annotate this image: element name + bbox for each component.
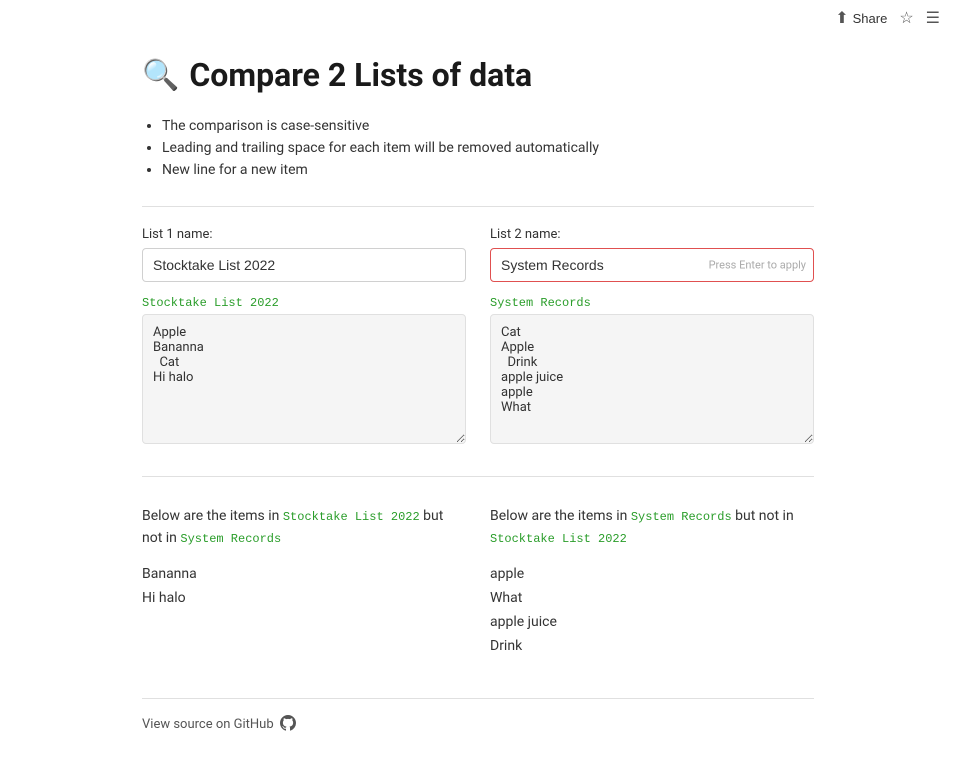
page-title: 🔍 Compare 2 Lists of data [142,56,814,94]
instructions-list: The comparison is case-sensitive Leading… [142,118,814,178]
result-item: Hi halo [142,586,466,610]
results-col1-prefix: Below are the items in [142,508,283,524]
results-col2-prefix: Below are the items in [490,508,631,524]
result-item: apple [490,562,814,586]
list1-tag: Stocktake List 2022 [142,296,279,310]
list1-name-input[interactable] [142,248,466,282]
page-container: 🔍 Compare 2 Lists of data The comparison… [118,36,838,775]
list2-col: List 2 name: Press Enter to apply [490,227,814,282]
divider-top [142,206,814,207]
footer: View source on GitHub [142,698,814,735]
result-item: apple juice [490,610,814,634]
results-col2-but-not-in: but not in [735,508,794,524]
results-col1-not-in: not in [142,530,180,546]
list-textareas-row: Stocktake List 2022 Apple Bananna Cat Hi… [142,290,814,448]
page-title-text: Compare 2 Lists of data [189,56,532,94]
instruction-item: Leading and trailing space for each item… [162,140,814,156]
menu-button[interactable]: ☰ [926,8,940,28]
list2-textarea-col: System Records Cat Apple Drink apple jui… [490,290,814,448]
share-icon: ⬆ [835,8,848,28]
menu-icon: ☰ [926,8,940,28]
results-col1-tag2: System Records [180,532,281,546]
list1-textarea[interactable]: Apple Bananna Cat Hi halo [142,314,466,444]
list2-label: List 2 name: [490,227,814,242]
list2-textarea[interactable]: Cat Apple Drink apple juice apple What [490,314,814,444]
instruction-item: The comparison is case-sensitive [162,118,814,134]
instruction-item: New line for a new item [162,162,814,178]
top-bar: ⬆ Share ☆ ☰ [0,0,956,36]
list2-input-wrapper: Press Enter to apply [490,248,814,282]
results-col1-heading: Below are the items in Stocktake List 20… [142,505,466,550]
results-col2: Below are the items in System Records bu… [490,505,814,658]
results-col2-tag2: Stocktake List 2022 [490,532,627,546]
results-row: Below are the items in Stocktake List 20… [142,505,814,658]
results-col2-tag1: System Records [631,510,732,524]
star-button[interactable]: ☆ [899,8,913,28]
list1-textarea-col: Stocktake List 2022 Apple Bananna Cat Hi… [142,290,466,448]
result-item: Bananna [142,562,466,586]
share-label: Share [853,11,888,26]
search-icon: 🔍 [142,58,179,93]
list1-col: List 1 name: [142,227,466,282]
footer-link-text: View source on GitHub [142,717,274,732]
result-item: What [490,586,814,610]
result-item: Drink [490,634,814,658]
github-link[interactable]: View source on GitHub [142,715,814,735]
results-col1-tag1: Stocktake List 2022 [283,510,420,524]
results-col1-but: but [423,508,443,524]
star-icon: ☆ [899,8,913,28]
divider-middle [142,476,814,477]
list1-label: List 1 name: [142,227,466,242]
list-names-row: List 1 name: List 2 name: Press Enter to… [142,227,814,282]
results-col1: Below are the items in Stocktake List 20… [142,505,466,658]
results-section: Below are the items in Stocktake List 20… [142,505,814,658]
github-icon [280,715,296,735]
list2-tag: System Records [490,296,591,310]
share-button[interactable]: ⬆ Share [835,8,887,28]
results-col2-heading: Below are the items in System Records bu… [490,505,814,550]
press-enter-hint: Press Enter to apply [709,259,806,272]
